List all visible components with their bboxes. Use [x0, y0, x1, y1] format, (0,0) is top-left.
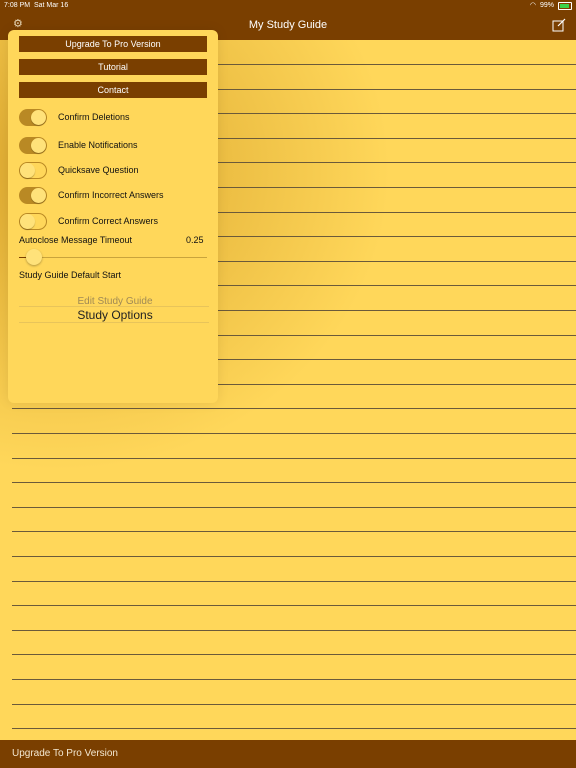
toggle-knob [31, 137, 46, 153]
timeout-value: 0.25 [186, 235, 204, 245]
picker-option-selected[interactable]: Study Options [19, 308, 211, 322]
row-enable-notifications: Enable Notifications [19, 136, 138, 154]
battery-icon [558, 2, 572, 10]
paper-line [12, 629, 576, 631]
paper-line [12, 556, 576, 557]
timeout-slider-track[interactable] [19, 257, 207, 258]
quicksave-question-toggle[interactable] [19, 161, 47, 179]
contact-button[interactable]: Contact [19, 82, 207, 98]
confirm-correct-toggle[interactable] [19, 212, 47, 230]
battery-percent: 99% [539, 2, 554, 9]
paper-line [12, 703, 576, 705]
toggle-knob [31, 109, 46, 125]
status-bar: 7:08 PM Sat Mar 16 ◠ 99% [0, 0, 576, 12]
paper-line [12, 580, 576, 582]
timeout-label: Autoclose Message Timeout [19, 235, 133, 245]
enable-notifications-toggle[interactable] [19, 136, 47, 154]
confirm-incorrect-toggle[interactable] [19, 186, 47, 204]
paper-line [12, 654, 576, 656]
confirm-deletions-toggle[interactable] [19, 108, 47, 126]
upgrade-button[interactable]: Upgrade To Pro Version [19, 36, 207, 52]
picker-divider [19, 306, 209, 307]
default-start-label: Study Guide Default Start [19, 270, 122, 280]
enable-notifications-label: Enable Notifications [58, 140, 138, 150]
tutorial-button[interactable]: Tutorial [19, 59, 207, 75]
row-confirm-deletions: Confirm Deletions [19, 108, 130, 126]
popover-arrow [9, 62, 16, 72]
confirm-correct-label: Confirm Correct Answers [58, 216, 159, 226]
paper-line [12, 433, 576, 434]
quicksave-question-label: Quicksave Question [58, 165, 139, 175]
confirm-incorrect-label: Confirm Incorrect Answers [58, 190, 164, 200]
paper-line [12, 679, 576, 680]
row-confirm-correct: Confirm Correct Answers [19, 212, 158, 230]
toggle-knob [20, 162, 35, 178]
picker-divider [19, 322, 209, 323]
settings-popover: Upgrade To Pro Version Tutorial Contact … [8, 30, 218, 403]
bottom-bar[interactable]: Upgrade To Pro Version [0, 740, 576, 768]
status-time: 7:08 PM Sat Mar 16 [4, 2, 69, 9]
toggle-knob [20, 213, 35, 229]
upgrade-link[interactable]: Upgrade To Pro Version [12, 740, 118, 768]
confirm-deletions-label: Confirm Deletions [58, 112, 130, 122]
paper-line [12, 482, 576, 484]
paper-line [12, 531, 576, 533]
compose-icon[interactable] [552, 18, 566, 32]
paper-line [12, 728, 576, 730]
row-quicksave-question: Quicksave Question [19, 161, 139, 179]
row-confirm-incorrect: Confirm Incorrect Answers [19, 186, 164, 204]
paper-line [12, 408, 576, 410]
timeout-slider-knob[interactable] [26, 249, 43, 265]
status-right: ◠ 99% [530, 0, 572, 12]
toggle-knob [31, 187, 46, 203]
paper-line [12, 605, 576, 607]
paper-line [12, 457, 576, 459]
paper-line [12, 506, 576, 508]
wifi-icon: ◠ [529, 2, 536, 9]
